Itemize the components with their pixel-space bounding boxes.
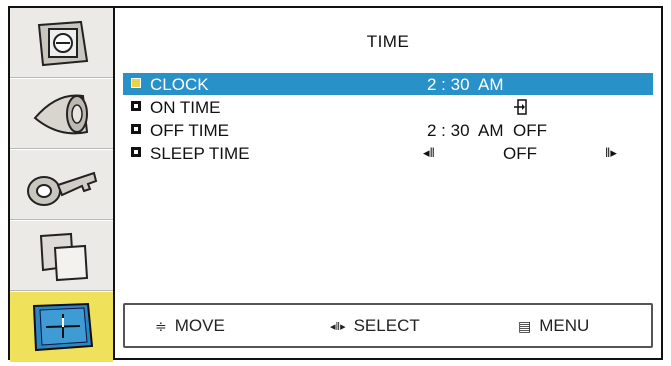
menu-icon: ▤: [518, 317, 532, 334]
sidebar-item-picture[interactable]: [10, 8, 113, 78]
menu-row-label: CLOCK: [150, 75, 209, 94]
menu-row-label: OFF TIME: [150, 121, 230, 140]
osd-menu-frame: TIME CLOCK 2 : 30 AM ON TIME OFF TIME 2 …: [8, 6, 663, 362]
sleep-time-value: OFF: [503, 144, 537, 163]
footer-menu: ▤ MENU: [518, 316, 589, 336]
sidebar-item-time[interactable]: [10, 292, 113, 362]
right-arrow-icon[interactable]: ‖▸: [605, 145, 617, 161]
off-time-value: 2 : 30 AM OFF: [427, 121, 547, 140]
footer-menu-label: MENU: [539, 316, 590, 335]
bullet-icon: [131, 147, 141, 157]
menu-row-sleep-time[interactable]: SLEEP TIME ◂‖ OFF ‖▸: [123, 142, 653, 164]
enter-icon: [513, 99, 527, 120]
menu-row-label: ON TIME: [150, 98, 221, 117]
sidebar-item-function[interactable]: [10, 150, 113, 220]
bullet-icon: [131, 101, 141, 111]
menu-row-clock[interactable]: CLOCK 2 : 30 AM: [123, 73, 653, 95]
window-pip-icon: [39, 232, 88, 281]
footer-help-bar: ≑ MOVE ◂‖▸ SELECT ▤ MENU: [123, 303, 653, 348]
select-icon: ◂‖▸: [330, 320, 346, 333]
speaker-cone-icon: [33, 93, 88, 134]
menu-row-off-time[interactable]: OFF TIME 2 : 30 AM OFF: [123, 119, 653, 141]
menu-row-on-time[interactable]: ON TIME: [123, 96, 653, 118]
clock-value: 2 : 30 AM: [427, 75, 504, 94]
footer-move-label: MOVE: [174, 316, 225, 335]
page-title: TIME: [366, 32, 410, 51]
menu-row-label: SLEEP TIME: [150, 144, 250, 163]
sidebar-item-pip[interactable]: [10, 221, 113, 291]
picture-frame-icon: [37, 20, 88, 66]
move-icon: ≑: [155, 317, 167, 334]
bullet-icon: [131, 78, 141, 88]
bullet-icon: [131, 124, 141, 134]
menu-list: CLOCK 2 : 30 AM ON TIME OFF TIME 2: 30 …: [123, 73, 653, 165]
footer-select: ◂‖▸ SELECT: [330, 316, 420, 336]
sidebar: [10, 8, 115, 362]
left-arrow-icon[interactable]: ◂‖: [423, 145, 435, 161]
key-icon: [26, 171, 97, 206]
clock-icon: [32, 302, 93, 352]
footer-select-label: SELECT: [353, 316, 420, 335]
sidebar-item-sound[interactable]: [10, 79, 113, 149]
footer-move: ≑ MOVE: [155, 316, 225, 336]
main-panel: TIME CLOCK 2 : 30 AM ON TIME OFF TIME 2 …: [115, 8, 661, 358]
